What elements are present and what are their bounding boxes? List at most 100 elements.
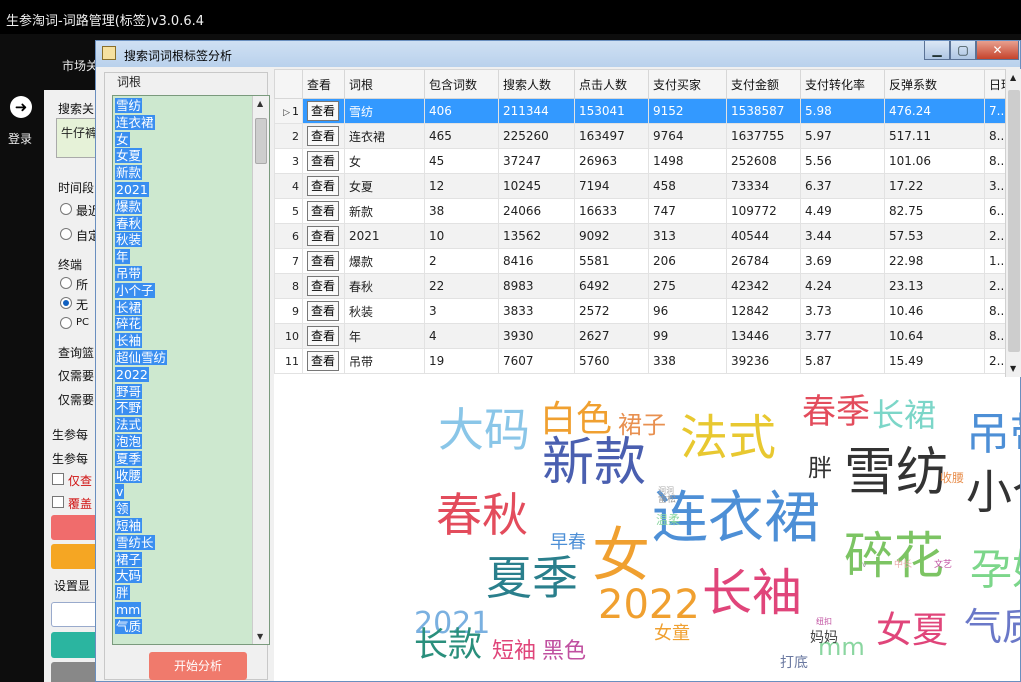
- action-button-gray[interactable]: [51, 662, 99, 682]
- table-row[interactable]: 11 查看 吊带 19 7607 5760 338 39236 5.87 15.49 2...: [274, 348, 1010, 374]
- word-root-item[interactable]: 长袖: [115, 333, 251, 350]
- table-row[interactable]: 7 查看 爆款 2 8416 5581 206 26784 3.69 22.98 1...: [274, 248, 1010, 274]
- word-root-item[interactable]: 吊带: [115, 265, 251, 283]
- word-root-list[interactable]: 雪纺 连衣裙女女夏 新款 2021 爆款 春秋 秋装年吊带 小个子 长裙 碎花 长袖 超仙雪纺 2022…: [112, 95, 270, 645]
- table-row[interactable]: 2 查看 连衣裙 465 225260 163497 9764 1637755 5.97 517.…: [274, 123, 1010, 149]
- view-button[interactable]: 查看: [307, 126, 339, 146]
- market-tab[interactable]: 市场关: [62, 57, 98, 74]
- view-button[interactable]: 查看: [307, 276, 339, 296]
- word-root-item[interactable]: 长裙: [115, 299, 251, 317]
- view-button[interactable]: 查看: [307, 101, 339, 121]
- column-header[interactable]: 搜索人数: [498, 69, 575, 99]
- scroll-up-icon[interactable]: ▲: [1010, 73, 1016, 82]
- only-check-checkbox[interactable]: [52, 473, 64, 485]
- word-root-item[interactable]: 短袖: [115, 517, 251, 535]
- action-button-teal[interactable]: [51, 632, 99, 658]
- word-root-scrollbar[interactable]: ▲ ▼: [252, 96, 269, 644]
- word-root-item[interactable]: 领: [115, 501, 251, 518]
- word-root-item[interactable]: mm: [115, 601, 251, 619]
- word-root-item[interactable]: 新款: [115, 165, 251, 182]
- column-header[interactable]: 包含词数: [424, 69, 499, 99]
- scroll-down-icon[interactable]: ▼: [1010, 364, 1016, 373]
- word-root-item[interactable]: 春秋: [115, 215, 251, 233]
- start-analysis-button[interactable]: 开始分析: [149, 652, 247, 680]
- word-cloud-term: 女夏: [876, 610, 949, 651]
- scroll-thumb[interactable]: [255, 118, 267, 164]
- action-button-orange[interactable]: [51, 544, 99, 569]
- word-root-item[interactable]: 小个子: [115, 282, 251, 300]
- word-root-item[interactable]: 野哥: [115, 383, 251, 401]
- table-cell: 2627: [574, 323, 649, 349]
- column-header[interactable]: 词根: [344, 69, 425, 99]
- view-button[interactable]: 查看: [307, 226, 339, 246]
- column-header[interactable]: 点击人数: [574, 69, 649, 99]
- terminal-all-radio[interactable]: [60, 277, 72, 289]
- table-row[interactable]: 3 查看女 45 37247 26963 1498 252608 5.56 101.06 8...: [274, 148, 1010, 174]
- column-header[interactable]: 支付买家: [648, 69, 727, 99]
- word-root-item[interactable]: 2022: [115, 366, 251, 384]
- view-button[interactable]: 查看: [307, 201, 339, 221]
- column-header[interactable]: 支付金额: [726, 69, 801, 99]
- word-root-item[interactable]: 碎花: [115, 316, 251, 333]
- search-keyword-box[interactable]: 牛仔裤: [56, 118, 100, 158]
- table-row[interactable]: 5 查看 新款 38 24066 16633 747 109772 4.49 82.75 6...: [274, 198, 1010, 224]
- column-header[interactable]: 查看: [302, 69, 345, 99]
- word-root-item[interactable]: 女: [115, 131, 251, 149]
- table-row[interactable]: 9 查看 秋装 3 3833 2572 96 12842 3.73 10.46 8...: [274, 298, 1010, 324]
- view-button[interactable]: 查看: [307, 176, 339, 196]
- action-button-red[interactable]: [51, 515, 99, 540]
- view-button[interactable]: 查看: [307, 301, 339, 321]
- word-root-item[interactable]: 胖: [115, 585, 251, 602]
- table-scrollbar[interactable]: ▲ ▼: [1005, 69, 1021, 377]
- table-row[interactable]: ▷ 1 查看 雪纺 406 211344 153041 9152 1538587 5.98 476.…: [274, 98, 1010, 124]
- word-root-item[interactable]: 气质: [115, 618, 251, 636]
- table-row[interactable]: 4 查看 女夏 12 10245 7194 458 73334 6.37 17.22 3...: [274, 173, 1010, 199]
- word-root-item[interactable]: 爆款: [115, 198, 251, 216]
- table-row[interactable]: 8 查看 春秋 22 8983 6492 275 42342 4.24 23.13 2...: [274, 273, 1010, 299]
- close-button[interactable]: ✕: [976, 41, 1019, 60]
- scroll-thumb[interactable]: [1008, 90, 1020, 352]
- display-settings-input[interactable]: [51, 602, 99, 627]
- dialog-titlebar[interactable]: 搜索词词根标签分析 ▁ ▢ ✕: [96, 41, 1020, 67]
- scroll-up-icon[interactable]: ▲: [257, 99, 263, 108]
- word-root-item[interactable]: 大码: [115, 568, 251, 585]
- table-row[interactable]: 10 查看年 4 3930 2627 99 13446 3.77 10.64 8...: [274, 323, 1010, 349]
- need-option-2[interactable]: 仅需要: [58, 391, 94, 408]
- word-root-item[interactable]: 裙子: [115, 551, 251, 569]
- overwrite-checkbox[interactable]: [52, 496, 64, 508]
- word-root-item[interactable]: 夏季: [115, 450, 251, 468]
- word-root-item[interactable]: 超仙雪纺: [115, 349, 251, 367]
- word-root-item[interactable]: 不野: [115, 400, 251, 417]
- table-cell: 153041: [574, 98, 649, 124]
- word-root-item[interactable]: 泡泡: [115, 433, 251, 451]
- word-root-item[interactable]: 2021: [115, 181, 251, 199]
- word-root-item[interactable]: 雪纺长: [115, 534, 251, 552]
- minimize-button[interactable]: ▁: [924, 41, 950, 60]
- view-button[interactable]: 查看: [307, 151, 339, 171]
- word-root-item[interactable]: 法式: [115, 417, 251, 434]
- maximize-button[interactable]: ▢: [950, 41, 976, 60]
- word-root-item[interactable]: 收腰: [115, 467, 251, 485]
- word-root-item[interactable]: 年: [115, 249, 251, 266]
- need-option-1[interactable]: 仅需要: [58, 367, 94, 384]
- word-root-item[interactable]: 女夏: [115, 148, 251, 165]
- column-header[interactable]: 支付转化率: [800, 69, 885, 99]
- view-button[interactable]: 查看: [307, 351, 339, 371]
- period-custom-radio[interactable]: [60, 228, 72, 240]
- terminal-wireless-radio[interactable]: [60, 297, 72, 309]
- login-button[interactable]: ➜ 登录: [4, 96, 40, 148]
- scroll-down-icon[interactable]: ▼: [257, 632, 263, 641]
- column-header[interactable]: 反弹系数: [884, 69, 985, 99]
- word-cloud-term: 春秋: [436, 488, 528, 542]
- word-root-item[interactable]: 连衣裙: [115, 114, 251, 132]
- word-root-item[interactable]: 雪纺: [115, 98, 251, 115]
- table-row[interactable]: 6 查看 2021 10 13562 9092 313 40544 3.44 57.53 2...: [274, 223, 1010, 249]
- word-root-item[interactable]: v: [115, 484, 251, 501]
- column-header[interactable]: [274, 69, 303, 99]
- view-button[interactable]: 查看: [307, 326, 339, 346]
- terminal-pc-radio[interactable]: [60, 317, 72, 329]
- period-recent-radio[interactable]: [60, 203, 72, 215]
- word-root-item[interactable]: 秋装: [115, 232, 251, 249]
- table-cell: 5.98: [800, 98, 885, 124]
- view-button[interactable]: 查看: [307, 251, 339, 271]
